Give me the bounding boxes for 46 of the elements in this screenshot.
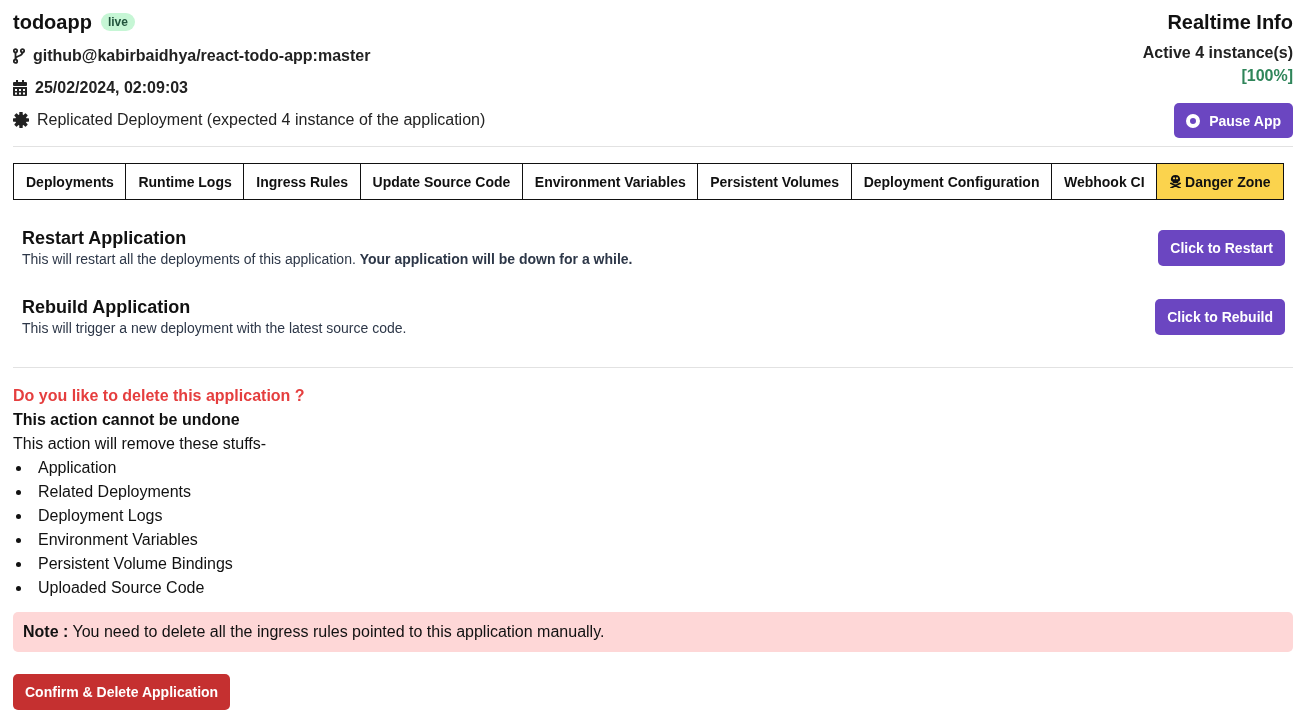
bullet-icon (16, 513, 21, 519)
bullet-icon (16, 489, 21, 495)
tab[interactable]: Webhook CI (1050, 163, 1158, 200)
calendar-icon (13, 80, 27, 96)
delete-question: Do you like to delete this application ? (13, 386, 305, 406)
tab[interactable]: Update Source Code (359, 163, 524, 200)
tab[interactable]: Runtime Logs (125, 163, 245, 200)
branch-icon (13, 48, 25, 64)
tab[interactable]: Deployment Configuration (850, 163, 1053, 200)
skull-crossbones-icon (1169, 175, 1183, 188)
realtime-info-title: Realtime Info (1167, 10, 1293, 35)
pause-button[interactable]: Pause App (1174, 103, 1293, 138)
confirm-delete-button[interactable]: Confirm & Delete Application (13, 674, 231, 710)
bullet-icon (16, 585, 21, 591)
undo-warning: This action cannot be undone (13, 410, 240, 430)
removal-item: Uploaded Source Code (38, 579, 205, 597)
action-title: Restart Application (22, 227, 188, 249)
source-repo: github@kabirbaidhya/react-todo-app:master (33, 47, 371, 65)
note-alert: Note : You need to delete all the ingress rules pointed to this application manually. (13, 612, 1293, 652)
removal-item: Environment Variables (38, 531, 198, 549)
tab[interactable]: Danger Zone (1156, 163, 1284, 200)
health-percent: [100%] (1241, 66, 1293, 86)
active-instances: Active 4 instance(s) (1142, 43, 1293, 63)
tab[interactable]: Persistent Volumes (697, 163, 853, 200)
app-name: todoapp (13, 10, 92, 34)
action-title: Rebuild Application (22, 296, 192, 318)
bullet-icon (16, 465, 21, 471)
gear-icon (13, 112, 29, 128)
removal-item: Deployment Logs (38, 507, 163, 525)
bullet-icon (16, 561, 21, 567)
stop-circle-icon (1186, 113, 1201, 128)
status-badge: live (100, 13, 135, 31)
deployment-mode: Replicated Deployment (expected 4 instance of the application) (37, 111, 486, 129)
tab[interactable]: Deployments (13, 163, 127, 200)
removal-item: Persistent Volume Bindings (38, 555, 233, 573)
removal-intro: This action will remove these stuffs- (13, 434, 267, 454)
action-button[interactable]: Click to Rebuild (1155, 298, 1285, 335)
created-date: 25/02/2024, 02:09:03 (35, 79, 188, 97)
tab[interactable]: Ingress Rules (243, 163, 362, 200)
action-description: This will trigger a new deployment with the latest source code. (22, 319, 407, 337)
tab[interactable]: Environment Variables (521, 163, 699, 200)
removal-item: Application (38, 459, 117, 477)
removal-item: Related Deployments (38, 483, 191, 501)
bullet-icon (16, 537, 21, 543)
action-button[interactable]: Click to Restart (1158, 229, 1285, 266)
action-description: This will restart all the deployments of this application. Your application will be down for a while. (22, 250, 633, 268)
